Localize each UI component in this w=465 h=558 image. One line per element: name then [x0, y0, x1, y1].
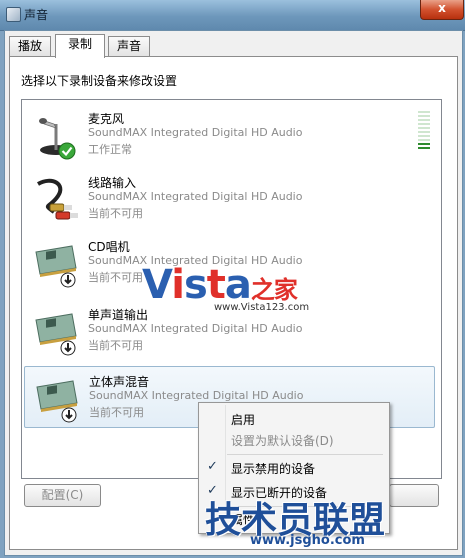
- device-status: 工作正常: [88, 143, 132, 156]
- vista-watermark-url: www.Vista123.com: [214, 302, 310, 313]
- speaker-app-icon: [6, 7, 21, 22]
- device-description: SoundMAX Integrated Digital HD Audio: [88, 126, 303, 139]
- device-status: 当前不可用: [88, 207, 143, 220]
- checkmark-icon: ✓: [207, 459, 218, 474]
- configure-button[interactable]: 配置(C): [24, 484, 101, 507]
- menu-item-set-default[interactable]: 设置为默认设备(D): [231, 432, 334, 449]
- device-status: 当前不可用: [88, 271, 143, 284]
- tab-playback[interactable]: 播放: [9, 36, 51, 57]
- device-status: 当前不可用: [89, 406, 144, 419]
- device-name: 线路输入: [88, 176, 137, 190]
- properties-button[interactable]: [389, 484, 439, 507]
- close-button[interactable]: x: [420, 0, 464, 20]
- device-description: SoundMAX Integrated Digital HD Audio: [88, 190, 303, 203]
- device-name: 单声道输出: [88, 308, 149, 322]
- menu-item-enable[interactable]: 启用: [231, 411, 255, 428]
- tab-recording[interactable]: 录制: [55, 34, 105, 58]
- title-bar[interactable]: [0, 0, 465, 31]
- device-item-line-in[interactable]: 线路输入 SoundMAX Integrated Digital HD Audi…: [24, 168, 436, 228]
- default-check-badge-icon: [58, 142, 76, 160]
- menu-separator: [227, 454, 383, 455]
- menu-item-show-disabled[interactable]: 显示禁用的设备: [231, 460, 315, 477]
- device-description: SoundMAX Integrated Digital HD Audio: [89, 389, 304, 402]
- instruction-text: 选择以下录制设备来修改设置: [21, 74, 178, 88]
- input-level-meter: [418, 111, 430, 151]
- tab-sounds[interactable]: 声音: [108, 36, 150, 57]
- disconnected-badge-icon: [61, 407, 77, 423]
- device-name: 麦克风: [88, 112, 125, 126]
- window-title: 声音: [24, 8, 49, 22]
- device-name: 立体声混音: [89, 375, 150, 389]
- jsgho-watermark-url: www.jsgho.com: [250, 533, 365, 548]
- disconnected-badge-icon: [60, 272, 76, 288]
- device-name: CD唱机: [88, 240, 130, 254]
- disconnected-badge-icon: [60, 340, 76, 356]
- device-status: 当前不可用: [88, 339, 143, 352]
- line-in-cable-icon: [37, 178, 78, 220]
- device-description: SoundMAX Integrated Digital HD Audio: [88, 322, 303, 335]
- device-item-microphone[interactable]: 麦克风 SoundMAX Integrated Digital HD Audio…: [24, 104, 436, 164]
